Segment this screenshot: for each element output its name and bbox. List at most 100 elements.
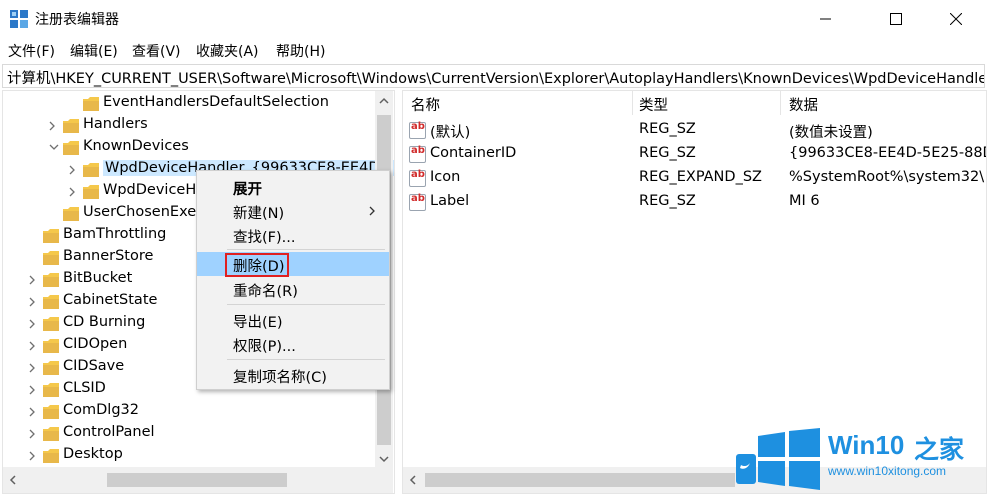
chevron-right-icon bbox=[369, 206, 375, 216]
folder-icon bbox=[43, 405, 59, 419]
chevron-right-icon[interactable] bbox=[29, 451, 37, 461]
menu-file[interactable]: 文件(F) bbox=[8, 41, 55, 61]
string-value-icon: ab bbox=[409, 193, 426, 211]
scroll-up-icon[interactable] bbox=[379, 97, 389, 105]
value-row[interactable]: ab ContainerID REG_SZ {99633CE8-EE4D-5E25-8… bbox=[403, 143, 987, 167]
tree-item-label: CIDSave bbox=[63, 358, 125, 374]
tree-item-label: Desktop bbox=[63, 446, 123, 462]
folder-icon bbox=[43, 317, 59, 331]
value-name-cell: Label bbox=[430, 193, 470, 209]
ctx-new[interactable]: 新建(N) bbox=[197, 199, 389, 223]
menu-view[interactable]: 查看(V) bbox=[132, 41, 181, 61]
chevron-right-icon[interactable] bbox=[49, 121, 57, 131]
tree-item-label: EventHandlersDefaultSelection bbox=[103, 94, 329, 110]
tree-item[interactable]: Desktop bbox=[3, 445, 373, 467]
close-icon bbox=[950, 13, 962, 25]
column-header-name[interactable]: 名称 bbox=[411, 94, 440, 115]
tree-item-label: ComDlg32 bbox=[63, 402, 139, 418]
chevron-right-icon[interactable] bbox=[29, 341, 37, 351]
tree-item-label: CD Burning bbox=[63, 314, 146, 330]
string-value-icon: ab bbox=[409, 169, 426, 187]
menu-edit[interactable]: 编辑(E) bbox=[70, 41, 118, 61]
folder-icon bbox=[83, 185, 99, 199]
value-data-cell: {99633CE8-EE4D-5E25-88D bbox=[789, 145, 987, 161]
ctx-export-label: 导出(E) bbox=[233, 315, 283, 331]
chevron-right-icon[interactable] bbox=[29, 385, 37, 395]
minimize-button[interactable] bbox=[803, 0, 849, 38]
column-divider[interactable] bbox=[632, 91, 633, 115]
menu-bar: 文件(F) 编辑(E) 查看(V) 收藏夹(A) 帮助(H) bbox=[0, 38, 987, 62]
context-menu: 展开 新建(N) 查找(F)... 删除(D) 重命名(R) 导出(E) 权限(… bbox=[196, 170, 390, 390]
column-header-data[interactable]: 数据 bbox=[789, 94, 818, 115]
folder-icon bbox=[63, 207, 79, 221]
scroll-left-icon[interactable] bbox=[9, 475, 17, 485]
ctx-rename-label: 重命名(R) bbox=[233, 284, 298, 300]
ctx-rename[interactable]: 重命名(R) bbox=[197, 277, 389, 301]
tree-horizontal-scroll-thumb[interactable] bbox=[107, 473, 287, 487]
chevron-right-icon[interactable] bbox=[29, 363, 37, 373]
folder-icon bbox=[43, 229, 59, 243]
scroll-left-icon[interactable] bbox=[409, 475, 417, 485]
ctx-find-label: 查找(F)... bbox=[233, 230, 296, 246]
chevron-right-icon[interactable] bbox=[69, 187, 77, 197]
ctx-new-label: 新建(N) bbox=[233, 206, 285, 222]
watermark: Win10 之家 www.win10xitong.com bbox=[736, 420, 986, 494]
menu-help[interactable]: 帮助(H) bbox=[276, 41, 325, 61]
ctx-find[interactable]: 查找(F)... bbox=[197, 223, 389, 247]
address-bar[interactable]: 计算机\HKEY_CURRENT_USER\Software\Microsoft… bbox=[2, 64, 985, 88]
menu-separator bbox=[227, 359, 385, 360]
ctx-delete[interactable]: 删除(D) bbox=[197, 252, 389, 277]
folder-icon bbox=[43, 339, 59, 353]
chevron-right-icon[interactable] bbox=[69, 165, 77, 175]
scroll-down-icon[interactable] bbox=[379, 455, 389, 463]
chevron-right-icon[interactable] bbox=[29, 407, 37, 417]
chevron-right-icon[interactable] bbox=[29, 429, 37, 439]
tree-item-label: BannerStore bbox=[63, 248, 154, 264]
maximize-icon bbox=[890, 13, 902, 25]
ctx-export[interactable]: 导出(E) bbox=[197, 308, 389, 332]
chevron-right-icon[interactable] bbox=[29, 297, 37, 307]
ctx-permissions[interactable]: 权限(P)... bbox=[197, 332, 389, 356]
tree-item[interactable]: ComDlg32 bbox=[3, 401, 373, 423]
chevron-down-icon[interactable] bbox=[49, 143, 59, 151]
chevron-right-icon[interactable] bbox=[29, 275, 37, 285]
menu-separator bbox=[227, 304, 385, 305]
tree-item[interactable]: EventHandlersDefaultSelection bbox=[3, 93, 373, 115]
menu-favorites[interactable]: 收藏夹(A) bbox=[196, 41, 259, 61]
value-row[interactable]: ab (默认) REG_SZ (数值未设置) bbox=[403, 119, 986, 143]
close-button[interactable] bbox=[933, 0, 979, 38]
watermark-brand-win: Win10 bbox=[828, 430, 905, 460]
ctx-expand-label: 展开 bbox=[233, 182, 262, 198]
watermark-url: www.win10xitong.com bbox=[828, 464, 947, 478]
value-type-cell: REG_SZ bbox=[639, 145, 696, 161]
tree-item[interactable]: ControlPanel bbox=[3, 423, 373, 445]
maximize-button[interactable] bbox=[873, 0, 919, 38]
ctx-permissions-label: 权限(P)... bbox=[233, 339, 296, 355]
title-bar: 注册表编辑器 bbox=[0, 0, 987, 38]
column-header-type[interactable]: 类型 bbox=[639, 94, 668, 115]
value-row[interactable]: ab Icon REG_EXPAND_SZ %SystemRoot%\system32… bbox=[403, 167, 986, 191]
ctx-copy-key-name[interactable]: 复制项名称(C) bbox=[197, 363, 389, 387]
tree-horizontal-scrollbar[interactable] bbox=[3, 467, 393, 493]
tree-item-label: CLSID bbox=[63, 380, 106, 396]
regedit-icon bbox=[10, 10, 28, 28]
value-type-cell: REG_SZ bbox=[639, 193, 696, 209]
value-row[interactable]: ab Label REG_SZ MI 6 bbox=[403, 191, 986, 215]
tree-item-label: CabinetState bbox=[63, 292, 158, 308]
folder-icon bbox=[43, 295, 59, 309]
tree-item[interactable]: Handlers bbox=[3, 115, 373, 137]
ctx-delete-label: 删除(D) bbox=[233, 259, 285, 275]
value-data-cell: %SystemRoot%\system32\ bbox=[789, 169, 985, 185]
tree-item[interactable]: KnownDevices bbox=[3, 137, 373, 159]
column-divider[interactable] bbox=[780, 91, 781, 115]
ctx-expand[interactable]: 展开 bbox=[197, 175, 389, 199]
string-value-icon: ab bbox=[409, 145, 426, 163]
chevron-right-icon[interactable] bbox=[29, 319, 37, 329]
address-path: 计算机\HKEY_CURRENT_USER\Software\Microsoft… bbox=[7, 71, 985, 87]
tree-item-label: Handlers bbox=[83, 116, 148, 132]
values-horizontal-scroll-thumb[interactable] bbox=[425, 473, 735, 487]
value-data-cell: (数值未设置) bbox=[789, 125, 873, 141]
folder-icon bbox=[83, 163, 99, 177]
folder-icon bbox=[43, 251, 59, 265]
folder-icon bbox=[83, 97, 99, 111]
